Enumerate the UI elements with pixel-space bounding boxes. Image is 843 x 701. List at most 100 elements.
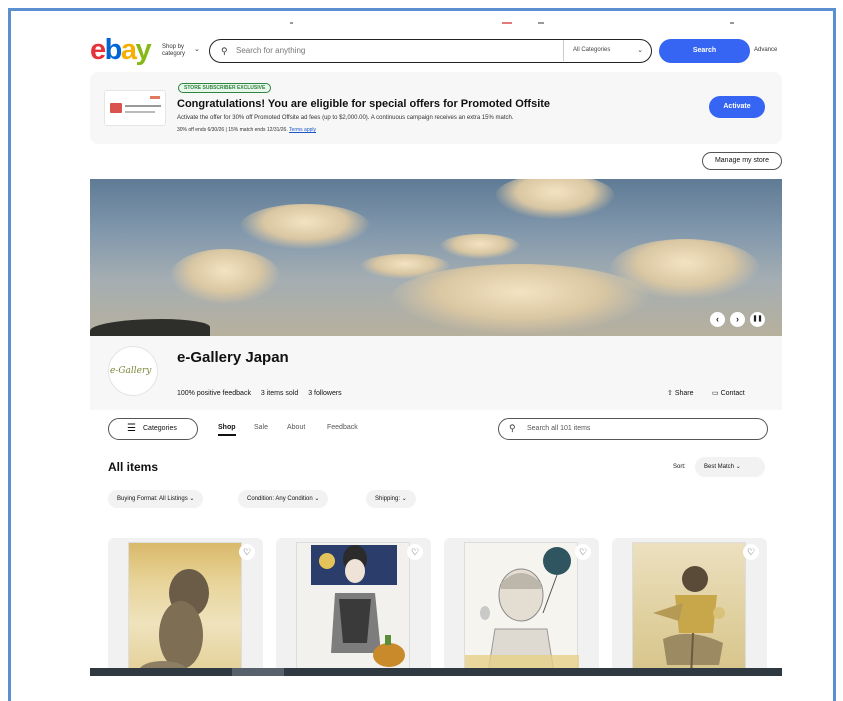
thumb-shape (150, 96, 160, 99)
top-strip (90, 14, 782, 28)
all-items-heading: All items (108, 460, 159, 474)
subscriber-badge: STORE SUBSCRIBER EXCLUSIVE (178, 83, 272, 93)
item-card[interactable]: ♡ (276, 538, 431, 676)
sort-value: Best Match (704, 464, 735, 470)
contact-button[interactable]: ▭ Contact (712, 389, 745, 397)
terms-link[interactable]: Terms apply (289, 127, 316, 133)
item-image[interactable] (296, 542, 410, 676)
thumb-shape (110, 103, 122, 113)
store-search[interactable]: ⚲ Search all 101 items (498, 418, 768, 440)
ebay-logo[interactable]: ebay (90, 34, 152, 66)
tab-feedback[interactable]: Feedback (327, 424, 358, 431)
heart-icon[interactable]: ♡ (407, 544, 423, 560)
filter-label: Condition: Any Condition (247, 496, 313, 502)
tab-sale[interactable]: Sale (254, 424, 268, 431)
filter-label: Shipping: (375, 496, 401, 502)
tab-about[interactable]: About (287, 424, 305, 431)
top-strip-mark (538, 22, 544, 24)
thumb-shape (125, 105, 161, 107)
logo-letter: y (135, 34, 152, 66)
item-artwork (465, 547, 579, 676)
store-avatar: e-Gallery (108, 346, 158, 396)
item-artwork (139, 569, 209, 676)
advanced-search-link[interactable]: Advance (754, 47, 777, 53)
banner-next-button[interactable]: › (730, 312, 745, 327)
cloud (170, 249, 280, 304)
window-frame-top (8, 8, 836, 11)
promo-description: Activate the offer for 30% off Promoted … (177, 115, 514, 121)
heart-icon[interactable]: ♡ (239, 544, 255, 560)
promo-title: Congratulations! You are eligible for sp… (177, 98, 551, 110)
search-button[interactable]: Search (659, 39, 750, 63)
top-strip-mark (290, 22, 293, 24)
followers: 3 followers (308, 390, 342, 397)
store-page: ebay Shop by category ⌄ ⚲ Search for any… (90, 14, 782, 676)
item-card[interactable]: ♡ (108, 538, 263, 676)
heart-icon[interactable]: ♡ (575, 544, 591, 560)
store-stats: 100% positive feedback 3 items sold 3 fo… (177, 390, 350, 397)
banner-prev-button[interactable]: ‹ (710, 312, 725, 327)
store-info: e-Gallery e-Gallery Japan 100% positive … (90, 336, 782, 410)
categories-button[interactable]: ☰ Categories (108, 418, 198, 440)
store-avatar-text: e-Gallery (110, 366, 152, 376)
chevron-down-icon: ⌄ (637, 47, 643, 54)
item-image[interactable] (632, 542, 746, 676)
share-label: Share (674, 390, 694, 397)
tab-shop[interactable]: Shop (218, 424, 236, 436)
chevron-down-icon: ⌄ (194, 46, 200, 53)
logo-letter: b (104, 34, 123, 66)
cloud (495, 179, 615, 219)
promo-banner: STORE SUBSCRIBER EXCLUSIVE Congratulatio… (90, 72, 782, 144)
filter-label: Buying Format: All Listings (117, 496, 188, 502)
chevron-down-icon: ⌄ (314, 496, 320, 502)
share-icon: ⇧ (667, 390, 673, 397)
item-artwork (311, 545, 405, 667)
promo-thumbnail (104, 90, 166, 126)
promo-terms-text: 30% off ends 6/30/26 | 15% match ends 12… (177, 127, 288, 133)
banner-pause-button[interactable]: ❚❚ (750, 312, 765, 327)
activate-button[interactable]: Activate (709, 96, 765, 118)
share-button[interactable]: ⇧ Share (667, 389, 694, 397)
horizontal-scrollbar[interactable] (90, 668, 782, 676)
search-input[interactable]: Search for anything (236, 46, 305, 55)
search-icon: ⚲ (221, 46, 228, 56)
category-select[interactable]: All Categories ⌄ (563, 40, 651, 61)
menu-icon: ☰ (127, 423, 136, 434)
category-select-value: All Categories (573, 47, 611, 53)
store-name: e-Gallery Japan (177, 349, 289, 366)
item-card[interactable]: ♡ (444, 538, 599, 676)
item-artwork (653, 566, 725, 676)
store-search-input[interactable]: Search all 101 items (527, 425, 590, 432)
top-strip-mark (730, 22, 734, 24)
filter-condition[interactable]: Condition: Any Condition ⌄ (238, 490, 329, 508)
sort-label: Sort: (673, 464, 686, 470)
categories-label: Categories (143, 425, 177, 432)
window-frame-right (833, 8, 836, 701)
chevron-down-icon: ⌄ (401, 496, 407, 502)
chevron-down-icon: ⌄ (735, 464, 741, 470)
scrollbar-thumb[interactable] (232, 668, 284, 676)
item-card[interactable]: ♡ (612, 538, 767, 676)
search-icon: ⚲ (509, 423, 516, 433)
item-image[interactable] (464, 542, 579, 676)
feedback-link[interactable]: 100% positive feedback (177, 390, 251, 397)
top-strip-mark (502, 22, 512, 24)
manage-store-button[interactable]: Manage my store (702, 152, 782, 170)
store-banner-image (90, 179, 782, 336)
heart-icon[interactable]: ♡ (743, 544, 759, 560)
filter-shipping[interactable]: Shipping: ⌄ (366, 490, 416, 508)
search-bar[interactable]: ⚲ Search for anything All Categories ⌄ (209, 39, 652, 63)
hill-silhouette (90, 319, 210, 336)
item-image[interactable] (128, 542, 242, 676)
thumb-shape (125, 111, 155, 113)
cloud (240, 204, 370, 249)
filter-buying-format[interactable]: Buying Format: All Listings ⌄ (108, 490, 204, 508)
shop-by-category-button[interactable]: Shop by category ⌄ (162, 44, 200, 58)
shop-by-label: Shop by (162, 44, 185, 50)
logo-letter: e (90, 34, 106, 66)
category-label: category (162, 51, 186, 57)
cloud (440, 234, 520, 259)
sort-dropdown[interactable]: Best Match ⌄ (695, 457, 765, 477)
chevron-down-icon: ⌄ (189, 496, 195, 502)
message-icon: ▭ (712, 390, 719, 397)
